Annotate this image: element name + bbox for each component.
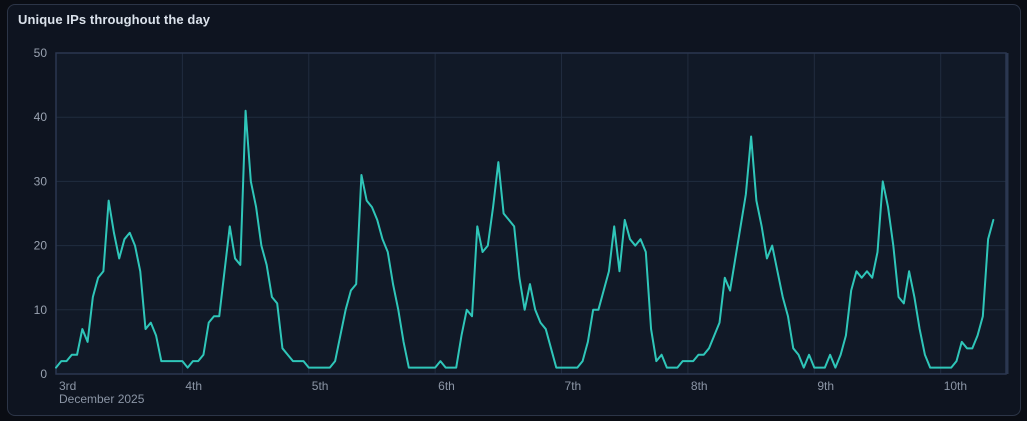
x-axis-tick-label: 4th — [185, 379, 202, 393]
x-axis-tick-label: 7th — [565, 379, 582, 393]
x-axis-tick-label: 10th — [944, 379, 967, 393]
chart-canvas[interactable]: 0 10 20 30 40 50 3rd December 2025 4th 5th 6th 7th 8… — [8, 5, 1022, 417]
x-axis-tick-label: 3rd — [59, 379, 76, 393]
x-axis-tick-label: 8th — [691, 379, 708, 393]
y-axis-tick-label: 40 — [34, 110, 48, 124]
chart-svg: 0 10 20 30 40 50 3rdDecember 2025 4th 5th 6th 7th 8… — [34, 46, 1009, 406]
y-axis-tick-label: 20 — [34, 239, 48, 253]
x-axis-tick-label: 9th — [817, 379, 834, 393]
chart-panel: Unique IPs throughout the day 0 10 20 30 40 5… — [7, 4, 1021, 416]
y-axis-tick-label: 0 — [40, 367, 47, 381]
x-axis-context-label: December 2025 — [59, 392, 145, 406]
y-axis-tick-label: 50 — [34, 46, 48, 60]
x-axis-tick-label: 6th — [438, 379, 455, 393]
y-axis-tick-label: 10 — [34, 303, 48, 317]
x-axis-tick-label: 5th — [312, 379, 329, 393]
plot-background[interactable] — [56, 53, 1006, 374]
y-axis-tick-label: 30 — [34, 174, 48, 188]
